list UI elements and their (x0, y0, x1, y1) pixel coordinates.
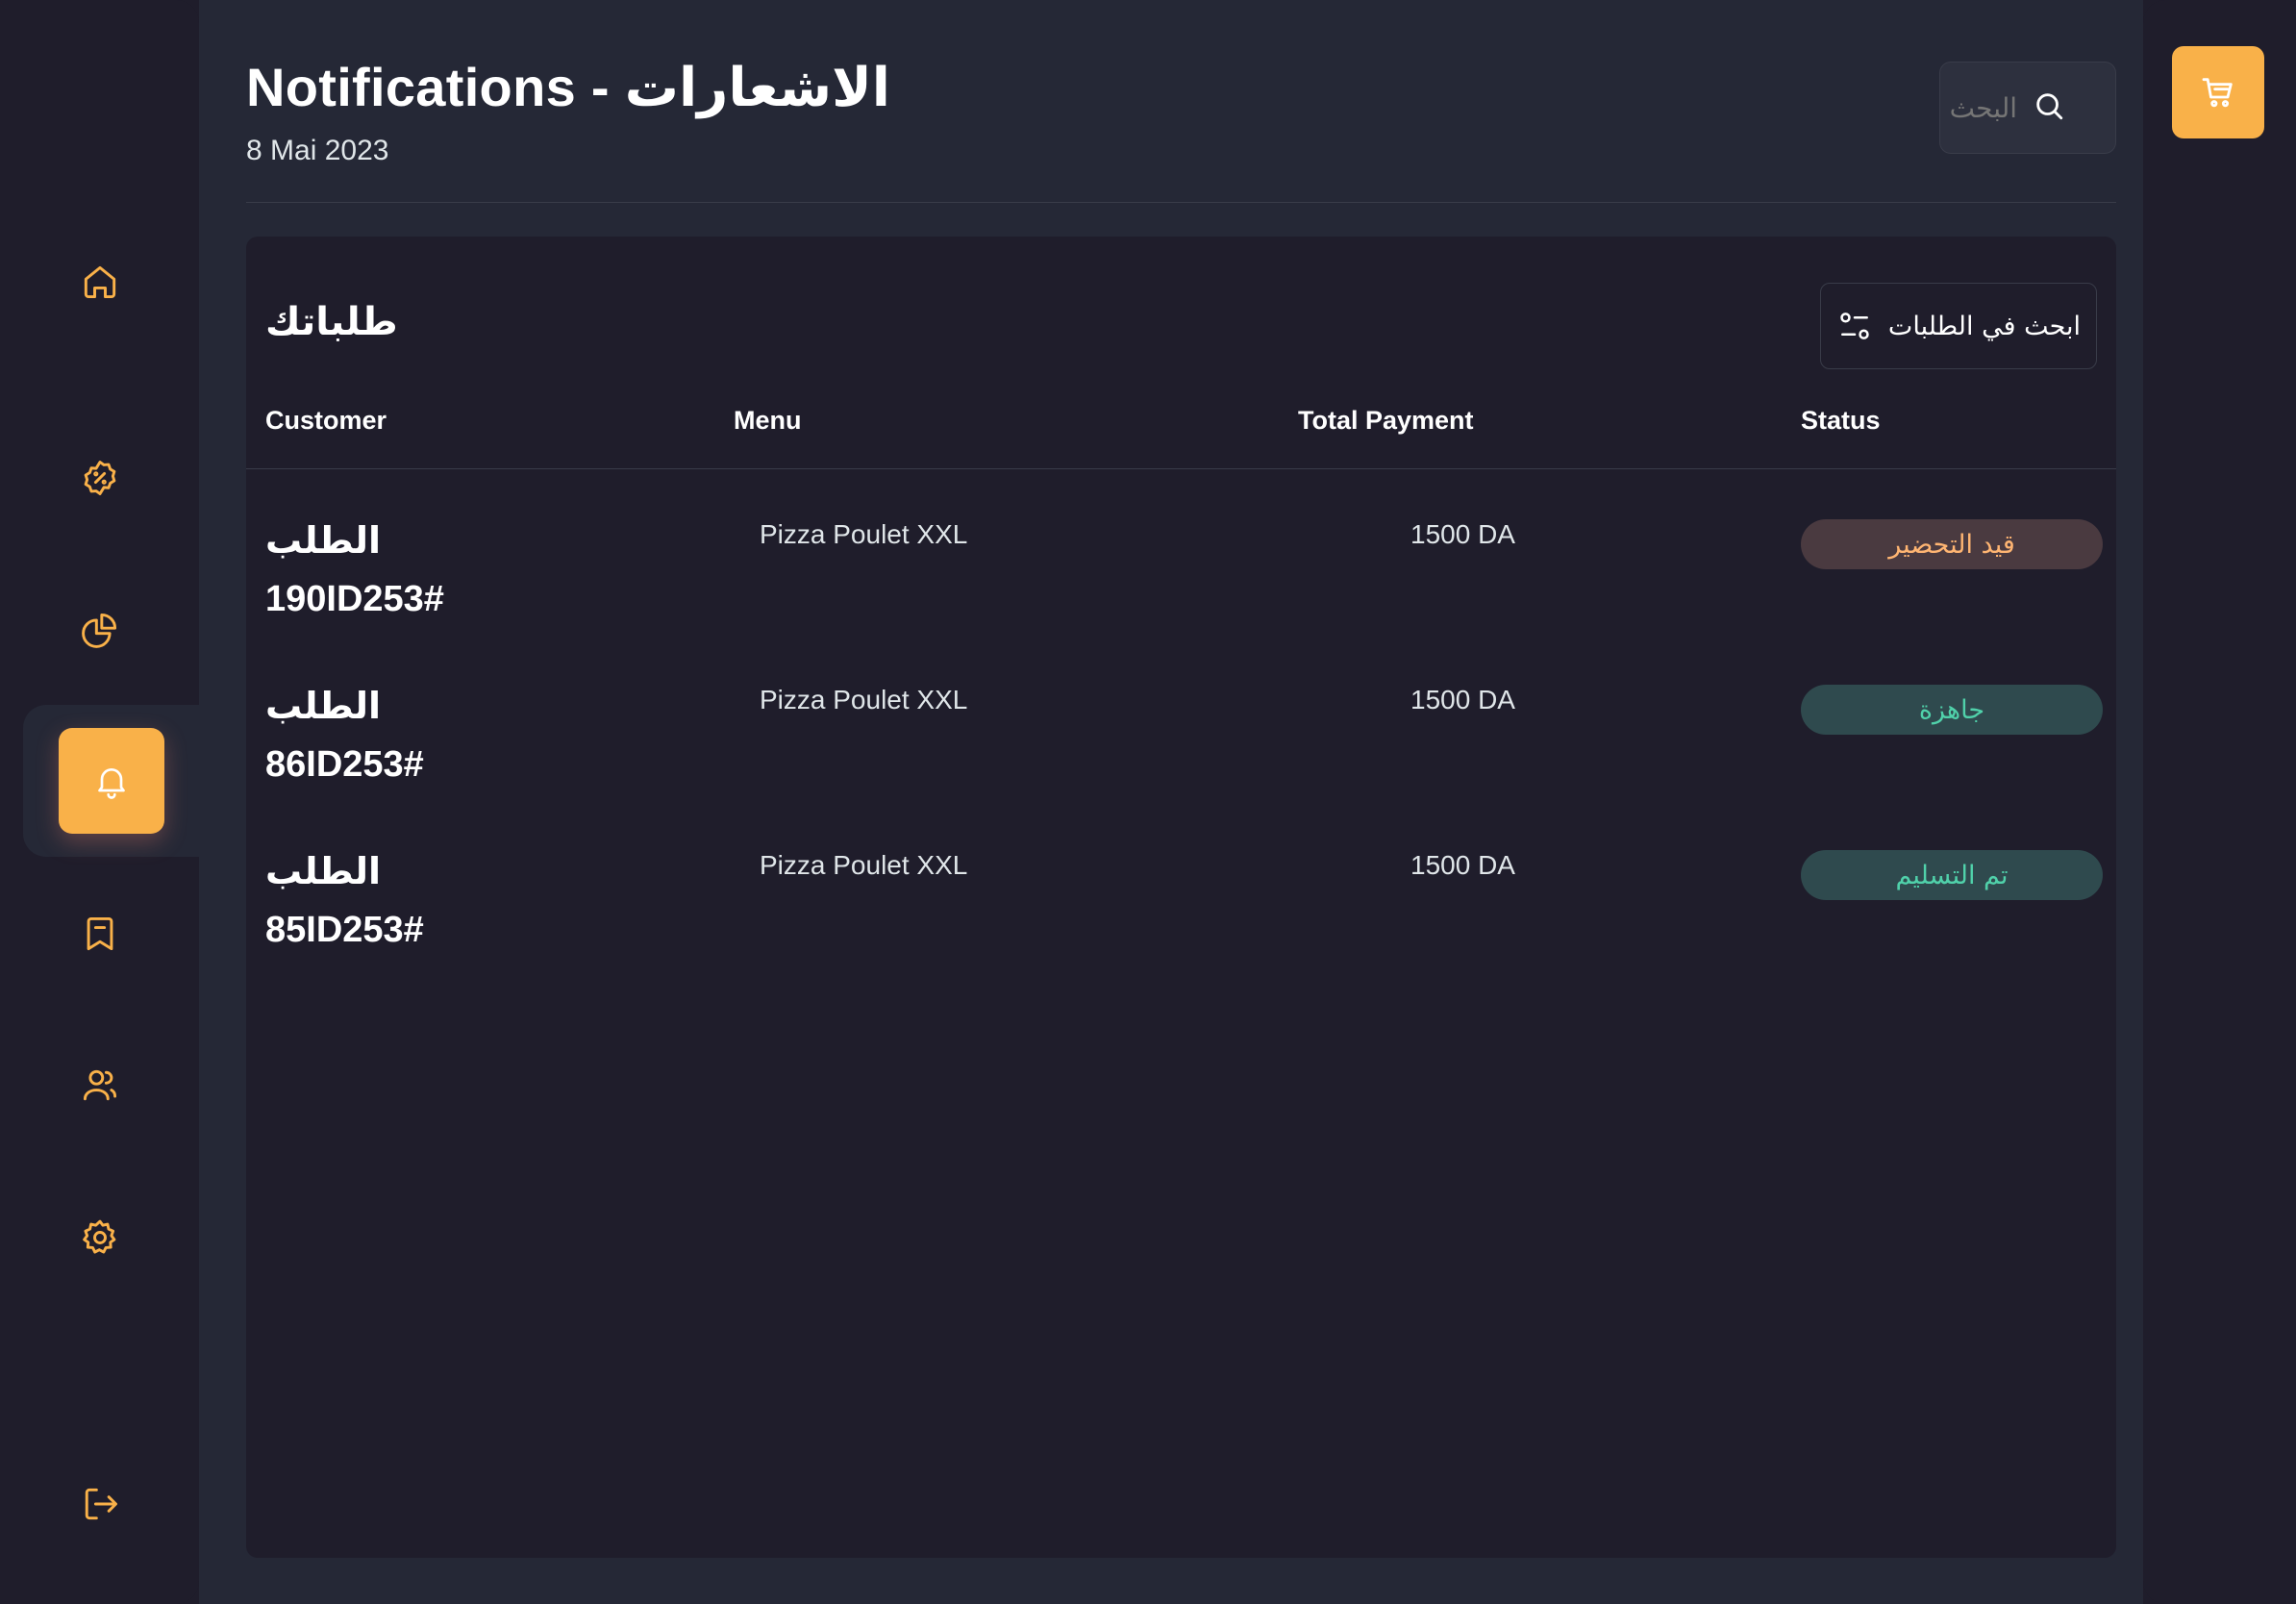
nav-dashboard[interactable] (0, 577, 199, 683)
status-badge: قيد التحضير (1801, 519, 2103, 569)
table-header-divider (246, 468, 2116, 469)
filter-orders-label: ابحث في الطلبات (1887, 311, 2082, 341)
bell-icon (97, 768, 125, 799)
orders-panel: طلباتك ابحث في الطلبات Customer Menu Tot… (246, 237, 2116, 1558)
order-payment: 1500 DA (1410, 685, 1515, 714)
order-id: 85ID253# (265, 910, 424, 950)
order-payment: 1500 DA (1410, 850, 1515, 880)
table-row[interactable]: الطلب 86ID253# Pizza Poulet XXL 1500 DA … (246, 685, 2116, 850)
order-menu: Pizza Poulet XXL (760, 685, 968, 714)
notifications-active-button[interactable] (58, 728, 164, 834)
order-payment: 1500 DA (1410, 519, 1515, 549)
order-id: 86ID253# (265, 744, 424, 785)
status-badge: جاهزة (1801, 685, 2103, 735)
column-status: Status (1801, 406, 1881, 435)
home-icon (84, 265, 115, 299)
nav-settings[interactable] (0, 1185, 199, 1291)
status-badge: تم التسليم (1801, 850, 2103, 900)
column-customer: Customer (265, 406, 387, 435)
nav-users[interactable] (0, 1033, 199, 1139)
search-icon[interactable] (2033, 89, 2065, 127)
users-icon (83, 1069, 116, 1101)
cart-button[interactable] (2172, 46, 2264, 138)
pie-chart-icon (81, 613, 116, 648)
main-content: Notifications - الاشعارات 8 Mai 2023 طلب… (199, 0, 2143, 1604)
order-label: الطلب (265, 685, 382, 727)
order-id: 190ID253# (265, 579, 444, 619)
gear-icon (82, 1219, 115, 1254)
page-title: Notifications - الاشعارات (246, 57, 890, 117)
order-menu: Pizza Poulet XXL (760, 850, 968, 880)
order-label: الطلب (265, 850, 382, 892)
bookmark-icon (87, 916, 112, 951)
discount-icon (84, 461, 115, 495)
right-sidebar (2143, 0, 2296, 1604)
column-menu: Menu (734, 406, 802, 435)
header-divider (246, 202, 2116, 203)
order-menu: Pizza Poulet XXL (760, 519, 968, 549)
nav-notifications[interactable] (23, 705, 199, 857)
sidebar (0, 0, 199, 1604)
filter-icon (1840, 313, 1869, 339)
order-label: الطلب (265, 519, 382, 562)
nav-home[interactable] (0, 229, 199, 335)
search-box[interactable] (1939, 62, 2116, 154)
nav-bookmarks[interactable] (0, 881, 199, 987)
column-total-payment: Total Payment (1298, 406, 1474, 435)
orders-title: طلباتك (265, 300, 398, 344)
table-row[interactable]: الطلب 85ID253# Pizza Poulet XXL 1500 DA … (246, 850, 2116, 1015)
filter-orders-button[interactable]: ابحث في الطلبات (1820, 283, 2097, 369)
cart-icon (2202, 78, 2233, 108)
nav-discount[interactable] (0, 425, 199, 531)
search-input[interactable] (1940, 91, 2017, 124)
table-row[interactable]: الطلب 190ID253# Pizza Poulet XXL 1500 DA… (246, 519, 2116, 685)
page-date: 8 Mai 2023 (246, 135, 389, 166)
logout-icon (85, 1488, 117, 1520)
nav-logout[interactable] (0, 1451, 199, 1557)
